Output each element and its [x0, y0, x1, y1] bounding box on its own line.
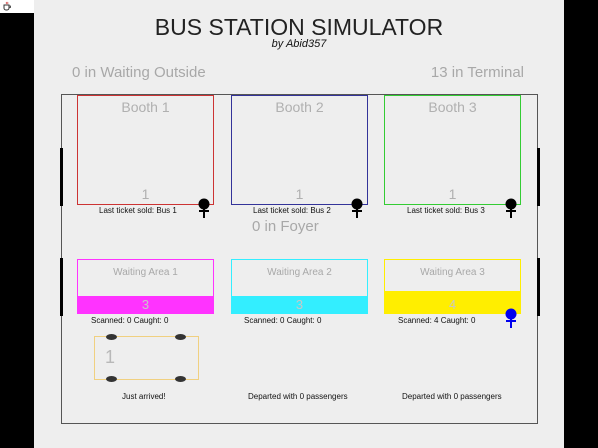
bus-3-status: Departed with 0 passengers — [402, 392, 502, 401]
waiting-area-2-name: Waiting Area 2 — [267, 267, 332, 278]
booth-2: Booth 2 1 — [231, 95, 368, 205]
entrance-door-bottom — [60, 258, 63, 316]
exit-door-top — [537, 148, 540, 206]
person-icon — [198, 198, 210, 218]
inspector-person-icon — [505, 308, 517, 328]
bus-1-number: 1 — [105, 347, 116, 367]
booth-3: Booth 3 1 — [384, 95, 521, 205]
waiting-area-2: Waiting Area 2 3 — [231, 259, 368, 314]
bus-1: 1 — [94, 334, 199, 382]
bus-1-status: Just arrived! — [122, 392, 166, 401]
waiting-area-3: Waiting Area 3 4 — [384, 259, 521, 314]
foyer-count: 0 in Foyer — [252, 218, 319, 235]
waiting-area-1-count: 3 — [141, 297, 150, 312]
bus-wheel — [175, 376, 186, 382]
terminal-count: 13 in Terminal — [430, 64, 524, 81]
booth-3-last-sold: Last ticket sold: Bus 3 — [407, 206, 485, 215]
waiting-area-2-count: 3 — [295, 297, 304, 312]
booth-2-count: 1 — [295, 186, 304, 202]
waiting-area-2-stats: Scanned: 0 Caught: 0 — [244, 316, 322, 325]
person-icon — [351, 198, 363, 218]
booth-1-name: Booth 1 — [121, 99, 170, 115]
exit-door-bottom — [537, 258, 540, 316]
simulator-panel: BUS STATION SIMULATOR by Abid357 0 in Wa… — [34, 0, 564, 448]
booth-3-count: 1 — [448, 186, 457, 202]
waiting-outside-count: 0 in Waiting Outside — [72, 64, 206, 81]
waiting-area-3-name: Waiting Area 3 — [420, 267, 485, 278]
booth-1-last-sold: Last ticket sold: Bus 1 — [99, 206, 177, 215]
waiting-area-3-stats: Scanned: 4 Caught: 0 — [398, 316, 476, 325]
window-titlebar — [0, 0, 34, 13]
bus-wheel — [175, 334, 186, 340]
waiting-area-3-count: 4 — [448, 297, 457, 312]
waiting-area-1-stats: Scanned: 0 Caught: 0 — [91, 316, 169, 325]
booth-2-last-sold: Last ticket sold: Bus 2 — [253, 206, 331, 215]
waiting-area-1-name: Waiting Area 1 — [113, 267, 178, 278]
waiting-area-1: Waiting Area 1 3 — [77, 259, 214, 314]
booth-1-count: 1 — [141, 186, 150, 202]
app-subtitle: by Abid357 — [271, 38, 327, 50]
java-cup-icon — [3, 1, 11, 11]
person-icon — [505, 198, 517, 218]
bus-wheel — [106, 376, 117, 382]
bus-wheel — [106, 334, 117, 340]
app-title: BUS STATION SIMULATOR — [154, 14, 444, 40]
bus-2-status: Departed with 0 passengers — [248, 392, 348, 401]
booth-1: Booth 1 1 — [77, 95, 214, 205]
booth-2-name: Booth 2 — [275, 99, 324, 115]
entrance-door-top — [60, 148, 63, 206]
booth-3-name: Booth 3 — [428, 99, 477, 115]
